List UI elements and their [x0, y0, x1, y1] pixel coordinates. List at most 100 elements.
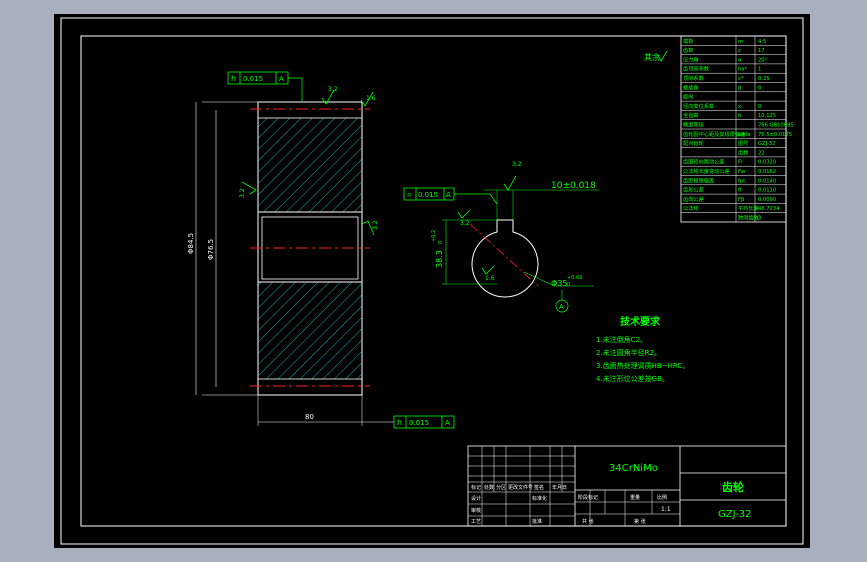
- bore-tol-low: 0: [567, 282, 570, 288]
- hatched-section-upper: [257, 117, 363, 213]
- svg-text:A: A: [279, 75, 284, 83]
- param-value: 17: [758, 48, 765, 54]
- param-name: 齿形公差: [683, 186, 704, 194]
- param-symbol: ha*: [738, 67, 747, 73]
- tolerance-frame-top: h 0.015 A: [227, 71, 303, 102]
- param-symbol: x: [738, 104, 741, 110]
- tb-label: 年月日: [552, 484, 567, 491]
- param-symbol: Fw: [738, 169, 746, 175]
- tb-label: 标记: [471, 484, 481, 491]
- roughness-bore-side: 1.6: [481, 265, 495, 282]
- tb-label: 批准: [532, 518, 542, 525]
- param-value: 0.0320: [758, 160, 776, 166]
- param-symbol: Fr: [738, 160, 744, 166]
- param-value: 22: [758, 150, 765, 156]
- param-symbol: α: [738, 57, 742, 63]
- param-name: 模数: [683, 37, 694, 45]
- param-value: 3: [758, 216, 761, 222]
- hatched-section-lower: [257, 281, 363, 380]
- roughness-top-2: 1.6: [360, 91, 376, 107]
- tech-req-title: 技术要求: [620, 315, 661, 328]
- param-value: 1: [758, 67, 761, 73]
- svg-text:3.2: 3.2: [512, 161, 522, 168]
- roughness-small: 3.2: [457, 209, 471, 227]
- param-value: 0.0140: [758, 178, 776, 184]
- datum-label: A: [559, 303, 564, 311]
- param-name: 精度等级: [683, 121, 704, 129]
- centerline-diagonal: [469, 223, 539, 287]
- param-symbol: m: [738, 39, 743, 45]
- dim-outer-diameter: Φ84.5: [187, 233, 195, 254]
- param-value: 0: [758, 104, 761, 110]
- cad-drawing-viewport[interactable]: 其余 Φ84.5 Φ76.5 80 h 0.015 A 3.2 1.6 3.2 …: [54, 14, 810, 548]
- param-symbol: β: [738, 85, 741, 91]
- param-name: 公法线长度变动公差: [683, 167, 730, 175]
- keyway-depth-tol-low: 0: [438, 241, 444, 244]
- param-value: 0: [758, 85, 761, 91]
- param-name: 配对齿轮: [683, 139, 704, 147]
- svg-text:⌭: ⌭: [407, 191, 412, 199]
- param-name: 公法线: [683, 204, 699, 212]
- gear-drawing-sheet: 其余 Φ84.5 Φ76.5 80 h 0.015 A 3.2 1.6 3.2 …: [60, 17, 804, 545]
- param-value: 766 GB10095: [758, 123, 794, 129]
- part-name: 齿轮: [722, 480, 744, 494]
- tb-label: 重量: [630, 494, 640, 501]
- param-symbol: fpt: [738, 178, 745, 184]
- technical-requirements: 技术要求 1.未注倒角C2。 2.未注圆角半径R2。 3.齿面热处理调质HB~H…: [596, 315, 689, 383]
- param-name: 螺旋角: [683, 83, 699, 91]
- param-name: 全齿高: [683, 111, 699, 119]
- param-value: 20°: [758, 57, 768, 63]
- drawing-number: GZJ-32: [718, 509, 752, 520]
- param-value: 0.0090: [758, 197, 776, 203]
- param-name: 顶隙系数: [683, 74, 705, 82]
- param-name: 径向变位系数: [683, 102, 715, 110]
- svg-text:0.015: 0.015: [243, 75, 263, 83]
- param-symbol: 图号: [738, 140, 748, 147]
- param-symbol: a±fa: [738, 132, 751, 138]
- keyway-width-dim: 10±0.018: [551, 181, 596, 191]
- tb-label: 签名: [534, 484, 544, 491]
- gear-side-view: ⌭ 0.015 A 10±0.018 3.2 3.2 1.6 38.3 +0.2…: [403, 161, 599, 313]
- tech-req-item: 3.齿面热处理调质HB~HRC。: [596, 361, 689, 370]
- roughness-bore: 3.2: [361, 220, 379, 236]
- tb-label: 更改文件号: [508, 484, 533, 491]
- param-name: 齿向公差: [683, 195, 704, 203]
- tech-req-item: 2.未注圆角半径R2。: [596, 348, 661, 357]
- param-name: 压力角: [683, 55, 699, 63]
- bore-section: [257, 211, 363, 283]
- param-value: 0.25: [758, 76, 770, 82]
- svg-text:A: A: [445, 419, 450, 427]
- bore-tol-high: +0.02: [567, 275, 582, 281]
- svg-text:3.2: 3.2: [372, 220, 379, 230]
- param-symbol: 平均长度: [738, 204, 759, 212]
- param-symbol: 齿数: [738, 148, 749, 156]
- param-name: 齿顶高系数: [683, 65, 710, 73]
- param-symbol: Fβ: [738, 197, 744, 203]
- gear-parameter-table: 模数 m 4.5 齿数 z 17 压力角 α 20° 齿顶高系数 ha* 1 顶隙系数 c* 0.25 螺旋角…: [680, 35, 794, 223]
- param-symbol: z: [738, 48, 741, 54]
- param-symbol: 跨测齿数: [738, 214, 760, 222]
- svg-text:1.6: 1.6: [366, 95, 376, 102]
- tb-label: 分区: [496, 484, 506, 491]
- material-text: 34CrNiMo: [609, 463, 658, 474]
- dim-face-width: 80: [305, 413, 314, 421]
- svg-text:1.6: 1.6: [485, 275, 495, 282]
- scale-value: 1:1: [661, 506, 671, 513]
- tb-label: 共 张: [582, 518, 594, 525]
- param-value: 0.0110: [758, 188, 776, 194]
- svg-text:h: h: [231, 74, 236, 83]
- bore-circle-with-keyway: [471, 219, 539, 298]
- param-name: 旋向: [683, 93, 693, 101]
- svg-text:3.2: 3.2: [328, 86, 338, 93]
- svg-text:0.015: 0.015: [409, 419, 429, 427]
- param-value: GZJ-32: [758, 141, 775, 147]
- tb-label: 比例: [657, 494, 667, 501]
- tolerance-frame-side: ⌭ 0.015 A: [403, 187, 498, 205]
- tb-label: 设计: [471, 495, 481, 502]
- tb-label: 处数: [484, 484, 494, 491]
- tolerance-frame-bottom: h 0.015 A: [393, 415, 455, 429]
- svg-text:3.2: 3.2: [239, 188, 246, 198]
- param-symbol: h: [738, 113, 741, 119]
- svg-text:3.2: 3.2: [460, 220, 470, 227]
- tb-label: 第 张: [634, 518, 646, 525]
